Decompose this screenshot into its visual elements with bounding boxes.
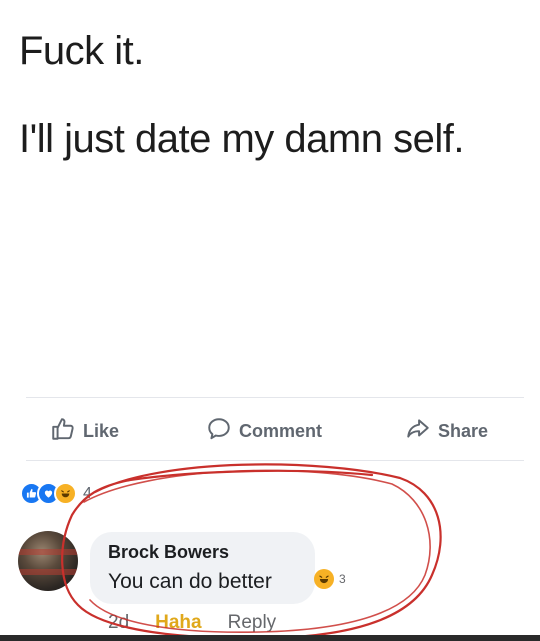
haha-icon xyxy=(54,482,77,505)
reactions-summary[interactable]: 4 xyxy=(20,482,92,505)
share-button[interactable]: Share xyxy=(405,413,488,449)
divider-top xyxy=(26,397,524,398)
divider-bottom xyxy=(26,460,524,461)
like-button[interactable]: Like xyxy=(50,413,119,449)
comment-button[interactable]: Comment xyxy=(206,413,322,449)
like-label: Like xyxy=(83,420,120,441)
post-text-line2: I'll just date my damn self. xyxy=(19,117,464,161)
comment-reactions[interactable]: 3 xyxy=(314,569,346,589)
bottom-edge xyxy=(0,635,540,641)
post-action-bar: Like Comment Share xyxy=(0,413,540,453)
post-text-line1: Fuck it. xyxy=(19,29,144,73)
reply-button[interactable]: Reply xyxy=(228,612,277,634)
comment-meta: 2d Haha Reply xyxy=(108,612,276,634)
reaction-count: 4 xyxy=(83,484,92,502)
comment-bubble-icon xyxy=(206,416,232,447)
haha-reaction-button[interactable]: Haha xyxy=(155,612,201,634)
share-arrow-icon xyxy=(405,416,431,447)
thumbs-up-icon xyxy=(50,416,76,447)
share-label: Share xyxy=(438,420,489,441)
avatar[interactable] xyxy=(18,531,78,591)
comment-reaction-count: 3 xyxy=(339,572,346,586)
comment-text: You can do better xyxy=(108,570,272,593)
comment-timestamp[interactable]: 2d xyxy=(108,612,129,634)
haha-icon xyxy=(314,569,334,589)
comment-author[interactable]: Brock Bowers xyxy=(108,542,229,563)
comment-label: Comment xyxy=(239,420,323,441)
